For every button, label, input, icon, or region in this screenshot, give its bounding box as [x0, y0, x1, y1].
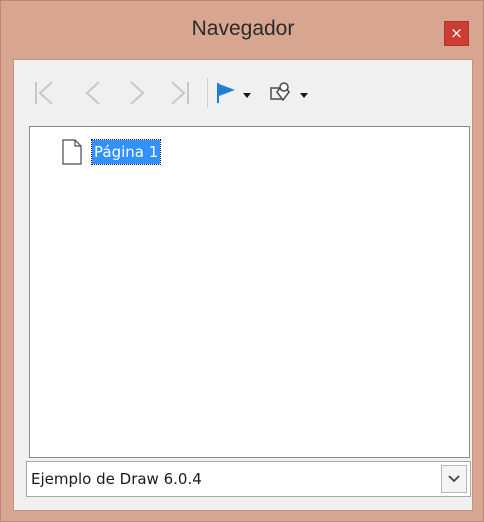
chevron-down-icon [243, 93, 251, 98]
previous-page-icon [85, 81, 100, 105]
shapes-button[interactable] [266, 74, 320, 112]
document-select-value: Ejemplo de Draw 6.0.4 [31, 470, 202, 488]
document-select[interactable]: Ejemplo de Draw 6.0.4 [26, 461, 471, 497]
navigator-window: Navegador × Página 1 Ejemplo de Draw 6.0… [0, 0, 484, 522]
shapes-icon [270, 82, 308, 102]
previous-page-button[interactable] [76, 74, 110, 112]
close-button[interactable]: × [444, 21, 469, 46]
first-page-button[interactable] [28, 74, 62, 112]
title-bar[interactable]: Navegador × [1, 1, 484, 59]
document-dropdown-button[interactable] [441, 465, 467, 493]
next-page-button[interactable] [120, 74, 154, 112]
next-page-icon [130, 81, 145, 105]
chevron-down-icon [448, 475, 460, 483]
drag-mode-button[interactable] [213, 74, 259, 112]
toolbar-separator [207, 78, 208, 108]
last-page-icon [171, 81, 189, 105]
navigator-toolbar [14, 60, 472, 126]
last-page-button[interactable] [164, 74, 200, 112]
page-icon [62, 139, 82, 165]
window-title: Navegador [191, 17, 295, 40]
chevron-down-icon [300, 93, 308, 98]
navigator-tree[interactable]: Página 1 [29, 126, 470, 458]
navigator-panel: Página 1 Ejemplo de Draw 6.0.4 [13, 59, 473, 511]
tree-item-label: Página 1 [90, 139, 162, 165]
tree-item-page[interactable]: Página 1 [62, 137, 162, 167]
first-page-icon [35, 81, 53, 105]
flag-icon [217, 83, 251, 103]
